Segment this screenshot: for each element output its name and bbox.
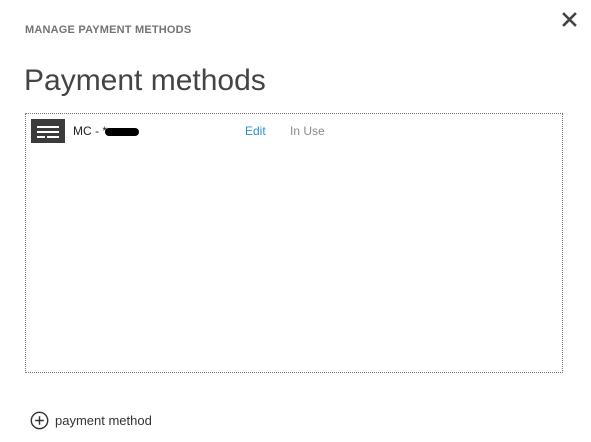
payment-methods-list: MC - * Edit In Use (25, 113, 563, 373)
credit-card-icon (31, 119, 65, 143)
close-icon[interactable] (561, 11, 578, 28)
payment-method-name: MC - * (73, 124, 139, 138)
edit-payment-method-link[interactable]: Edit (245, 124, 266, 138)
payment-method-status: In Use (290, 124, 325, 138)
redacted-card-number (105, 127, 139, 136)
add-payment-method-label: payment method (55, 413, 152, 428)
dialog-header: MANAGE PAYMENT METHODS (25, 24, 192, 36)
plus-circle-icon (30, 411, 49, 430)
payment-method-row: MC - * Edit In Use (26, 116, 562, 144)
payment-method-name-text: MC - * (73, 124, 107, 138)
page-title: Payment methods (24, 64, 266, 97)
